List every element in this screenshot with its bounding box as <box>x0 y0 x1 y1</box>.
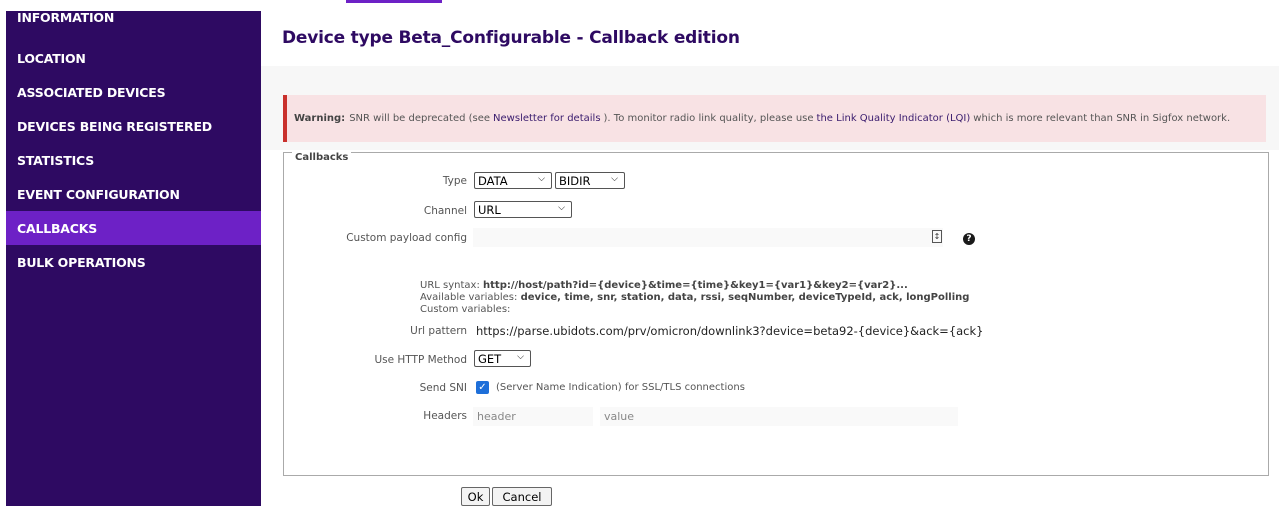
available-label: Available variables: <box>420 292 518 303</box>
sidebar-item-label: LOCATION <box>17 50 86 66</box>
channel-label: Channel <box>423 205 467 217</box>
http-method-select[interactable]: GET ⌵ <box>474 350 531 367</box>
sidebar-item-label: BULK OPERATIONS <box>17 254 146 270</box>
url-pattern-label: Url pattern <box>410 325 467 337</box>
url-syntax-label: URL syntax: <box>420 280 480 291</box>
header-value-input[interactable]: value <box>600 407 958 426</box>
page-header: Device type Beta_Configurable - Callback… <box>261 12 1279 66</box>
ok-button[interactable]: Ok <box>461 487 490 506</box>
direction-value: BIDIR <box>559 173 591 188</box>
method-label: Use HTTP Method <box>374 354 467 366</box>
sni-label: Send SNI <box>419 382 467 394</box>
active-tab-indicator <box>346 0 442 3</box>
url-pattern-input[interactable]: https://parse.ubidots.com/prv/omicron/do… <box>476 324 983 338</box>
chevron-down-icon: ⌵ <box>558 203 565 213</box>
cancel-button[interactable]: Cancel <box>492 487 552 506</box>
newsletter-link[interactable]: Newsletter for details <box>493 113 600 124</box>
lqi-link[interactable]: the Link Quality Indicator (LQI) <box>817 113 971 124</box>
header-name-input[interactable]: header <box>473 407 593 426</box>
sni-checkbox[interactable]: ✓ <box>476 381 489 394</box>
type-value: DATA <box>478 173 508 188</box>
payload-input[interactable] <box>473 228 943 247</box>
custom-label: Custom variables: <box>420 304 511 315</box>
header-placeholder: header <box>477 410 516 423</box>
sidebar-item-label: ASSOCIATED DEVICES <box>17 84 166 100</box>
direction-select[interactable]: BIDIR ⌵ <box>555 172 625 189</box>
sidebar-item-callbacks[interactable]: CALLBACKS <box>6 211 261 245</box>
chevron-down-icon: ⌵ <box>538 174 545 184</box>
sidebar-item-label: DEVICES BEING REGISTERED <box>17 118 212 134</box>
channel-select[interactable]: URL ⌵ <box>474 201 572 218</box>
value-placeholder: value <box>604 410 635 423</box>
payload-label: Custom payload config <box>346 232 467 244</box>
available-value: device, time, snr, station, data, rssi, … <box>520 292 970 303</box>
sidebar-item-devices-being-registered[interactable]: DEVICES BEING REGISTERED <box>6 109 261 143</box>
expand-icon[interactable]: ↕ <box>932 230 942 243</box>
sidebar-item-bulk-operations[interactable]: BULK OPERATIONS <box>6 245 261 279</box>
sidebar-item-location[interactable]: LOCATION <box>6 41 261 75</box>
sidebar-item-label: CALLBACKS <box>17 220 98 236</box>
help-icon[interactable]: ? <box>963 233 975 245</box>
chevron-down-icon: ⌵ <box>517 352 524 362</box>
type-select[interactable]: DATA ⌵ <box>474 172 552 189</box>
type-label: Type <box>442 175 467 187</box>
warning-text: which is more relevant than SNR in Sigfo… <box>973 113 1231 124</box>
sidebar-item-associated-devices[interactable]: ASSOCIATED DEVICES <box>6 75 261 109</box>
sidebar-item-event-configuration[interactable]: EVENT CONFIGURATION <box>6 177 261 211</box>
sidebar-item-label: INFORMATION <box>17 10 115 25</box>
available-variables-line: Available variables: device, time, snr, … <box>420 292 969 303</box>
warning-label: Warning: <box>294 113 346 124</box>
custom-variables-line: Custom variables: <box>420 304 510 315</box>
callbacks-legend: Callbacks <box>292 152 352 163</box>
sidebar: INFORMATION LOCATION ASSOCIATED DEVICES … <box>6 10 261 506</box>
sidebar-item-information[interactable]: INFORMATION <box>6 0 261 41</box>
headers-label: Headers <box>423 410 467 422</box>
url-syntax-line: URL syntax: http://host/path?id={device}… <box>420 280 908 291</box>
sidebar-item-label: STATISTICS <box>17 152 95 168</box>
page-title: Device type Beta_Configurable - Callback… <box>282 28 740 48</box>
sidebar-item-statistics[interactable]: STATISTICS <box>6 143 261 177</box>
warning-banner: Warning: SNR will be deprecated (see New… <box>283 95 1266 142</box>
warning-text: SNR will be deprecated (see <box>349 113 491 124</box>
url-syntax-value: http://host/path?id={device}&time={time}… <box>483 280 908 291</box>
method-value: GET <box>478 351 502 366</box>
chevron-down-icon: ⌵ <box>611 174 618 184</box>
sidebar-item-label: EVENT CONFIGURATION <box>17 186 180 202</box>
channel-value: URL <box>478 202 501 217</box>
warning-text: ). To monitor radio link quality, please… <box>603 113 814 124</box>
sni-description: (Server Name Indication) for SSL/TLS con… <box>496 382 745 393</box>
